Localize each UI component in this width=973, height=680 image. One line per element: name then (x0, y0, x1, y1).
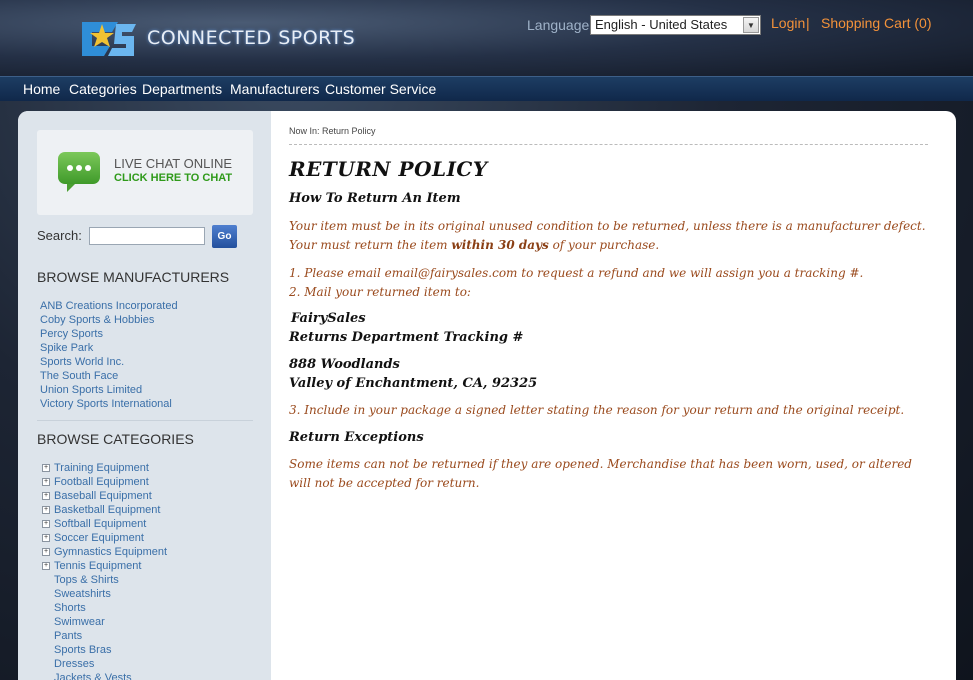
expand-icon[interactable]: + (42, 562, 50, 570)
subcategory-link[interactable]: Pants (54, 630, 82, 642)
address-street: 888 Woodlands (289, 357, 400, 372)
return-exceptions-text: Some items can not be returned if they a… (289, 457, 912, 490)
subcategory-link[interactable]: Jackets & Vests (54, 672, 132, 680)
search-label: Search: (37, 228, 82, 243)
nav-customer-service[interactable]: Customer Service (325, 81, 436, 97)
language-label: Language: (527, 17, 594, 33)
expand-icon[interactable]: + (42, 520, 50, 528)
return-step-1: 1. Please email email@fairysales.com to … (289, 266, 864, 280)
expand-icon[interactable]: + (42, 548, 50, 556)
nav-departments[interactable]: Departments (142, 81, 222, 97)
breadcrumb-divider (289, 144, 928, 145)
return-step-2: 2. Mail your returned item to: (289, 285, 471, 299)
manufacturer-link[interactable]: Percy Sports (40, 328, 103, 340)
manufacturer-link[interactable]: Sports World Inc. (40, 356, 124, 368)
category-link[interactable]: Training Equipment (54, 462, 149, 474)
subcategory-link[interactable]: Sweatshirts (54, 588, 111, 600)
main-content: Now In: Return Policy RETURN POLICY How … (289, 111, 956, 680)
how-to-return-heading: How To Return An Item (289, 191, 461, 206)
nav-home[interactable]: Home (23, 81, 60, 97)
manufacturers-heading: BROWSE MANUFACTURERS (37, 269, 230, 285)
expand-icon[interactable]: + (42, 492, 50, 500)
main-nav: Home Categories Departments Manufacturer… (0, 76, 973, 101)
language-value: English - United States (595, 17, 728, 32)
manufacturer-link[interactable]: Spike Park (40, 342, 93, 354)
category-link[interactable]: Basketball Equipment (54, 504, 160, 516)
sidebar: LIVE CHAT ONLINE CLICK HERE TO CHAT Sear… (18, 111, 271, 680)
language-select[interactable]: English - United States ▼ (590, 15, 761, 35)
sidebar-divider (37, 420, 253, 421)
nav-categories[interactable]: Categories (69, 81, 137, 97)
shopping-cart-link[interactable]: Shopping Cart (0) (821, 15, 932, 31)
site-logo-icon[interactable] (78, 16, 138, 60)
site-header: CONNECTED SPORTS Language: English - Uni… (0, 0, 973, 76)
address-company: FairySales (291, 311, 366, 326)
live-chat-banner[interactable]: LIVE CHAT ONLINE CLICK HERE TO CHAT (37, 130, 253, 215)
expand-icon[interactable]: + (42, 478, 50, 486)
search-input[interactable] (89, 227, 205, 245)
subcategory-link[interactable]: Shorts (54, 602, 86, 614)
return-step-3: 3. Include in your package a signed lett… (289, 403, 905, 417)
category-link[interactable]: Baseball Equipment (54, 490, 152, 502)
manufacturer-link[interactable]: The South Face (40, 370, 118, 382)
address-city: Valley of Enchantment, CA, 92325 (289, 376, 538, 391)
login-link[interactable]: Login (771, 15, 805, 31)
link-separator: | (806, 15, 810, 31)
chat-title: LIVE CHAT ONLINE (114, 156, 232, 171)
return-window-emphasis: within 30 days (451, 238, 549, 252)
chat-bubble-icon (58, 152, 100, 192)
brand-name[interactable]: CONNECTED SPORTS (147, 27, 355, 49)
category-link[interactable]: Football Equipment (54, 476, 149, 488)
return-exceptions-heading: Return Exceptions (289, 430, 424, 445)
expand-icon[interactable]: + (42, 464, 50, 472)
subcategory-link[interactable]: Sports Bras (54, 644, 111, 656)
expand-icon[interactable]: + (42, 506, 50, 514)
content-panel: LIVE CHAT ONLINE CLICK HERE TO CHAT Sear… (18, 111, 956, 680)
category-link[interactable]: Gymnastics Equipment (54, 546, 167, 558)
return-conditions-text: Your item must be in its original unused… (289, 219, 926, 252)
breadcrumb: Now In: Return Policy (289, 126, 376, 136)
expand-icon[interactable]: + (42, 534, 50, 542)
category-link[interactable]: Tennis Equipment (54, 560, 141, 572)
manufacturer-link[interactable]: Coby Sports & Hobbies (40, 314, 154, 326)
chat-cta[interactable]: CLICK HERE TO CHAT (114, 172, 232, 184)
search-go-button[interactable]: Go (212, 225, 237, 248)
manufacturer-link[interactable]: Union Sports Limited (40, 384, 142, 396)
category-link[interactable]: Softball Equipment (54, 518, 146, 530)
address-department: Returns Department Tracking # (289, 330, 524, 345)
manufacturer-link[interactable]: ANB Creations Incorporated (40, 300, 178, 312)
page-title: RETURN POLICY (289, 157, 488, 181)
nav-manufacturers[interactable]: Manufacturers (230, 81, 319, 97)
chevron-down-icon[interactable]: ▼ (743, 17, 759, 33)
subcategory-link[interactable]: Dresses (54, 658, 94, 670)
categories-heading: BROWSE CATEGORIES (37, 431, 194, 447)
category-link[interactable]: Soccer Equipment (54, 532, 144, 544)
manufacturer-link[interactable]: Victory Sports International (40, 398, 172, 410)
subcategory-link[interactable]: Tops & Shirts (54, 574, 119, 586)
subcategory-link[interactable]: Swimwear (54, 616, 105, 628)
